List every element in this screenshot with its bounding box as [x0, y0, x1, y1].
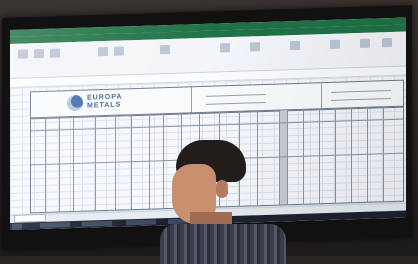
table-column — [303, 109, 304, 204]
table-column — [287, 110, 288, 205]
table-column — [367, 107, 368, 202]
table-column — [45, 117, 46, 212]
ribbon-icon[interactable] — [382, 37, 392, 48]
table-column — [257, 111, 258, 206]
table-column — [383, 107, 384, 202]
company-logo-icon — [67, 94, 83, 112]
header-field-line — [206, 101, 266, 105]
divider — [321, 83, 322, 110]
ribbon-icon[interactable] — [50, 48, 60, 58]
table-column — [335, 108, 336, 203]
taskbar-item[interactable] — [82, 220, 112, 227]
table-column — [163, 114, 164, 209]
person-shirt — [160, 224, 286, 264]
table-column — [351, 108, 352, 203]
ribbon-icon[interactable] — [360, 38, 370, 49]
start-button-icon[interactable] — [12, 223, 22, 229]
taskbar-item[interactable] — [40, 222, 70, 229]
table-column — [279, 110, 280, 205]
ribbon-icon[interactable] — [160, 44, 170, 55]
person-ear — [216, 180, 228, 198]
header-field-line — [331, 98, 391, 101]
header-field-line — [331, 90, 391, 93]
table-column — [95, 116, 96, 211]
ribbon-icon[interactable] — [330, 39, 340, 49]
table-column — [115, 115, 116, 210]
ribbon-icon[interactable] — [34, 48, 44, 59]
header-field-line — [206, 93, 266, 97]
ribbon-icon[interactable] — [220, 43, 230, 53]
logo-text-line2: METALS — [87, 101, 122, 110]
table-column — [149, 114, 150, 209]
table-column — [73, 116, 74, 212]
table-row — [31, 118, 403, 132]
divider — [191, 87, 192, 114]
table-column — [59, 117, 60, 212]
ribbon-icon[interactable] — [18, 49, 28, 59]
ribbon-icon[interactable] — [114, 46, 124, 56]
ribbon-icon[interactable] — [98, 46, 108, 57]
table-column — [131, 115, 132, 210]
taskbar-item[interactable] — [126, 219, 156, 226]
ribbon-icon[interactable] — [290, 40, 300, 51]
ribbon-icon[interactable] — [250, 42, 260, 52]
table-column — [319, 109, 320, 204]
